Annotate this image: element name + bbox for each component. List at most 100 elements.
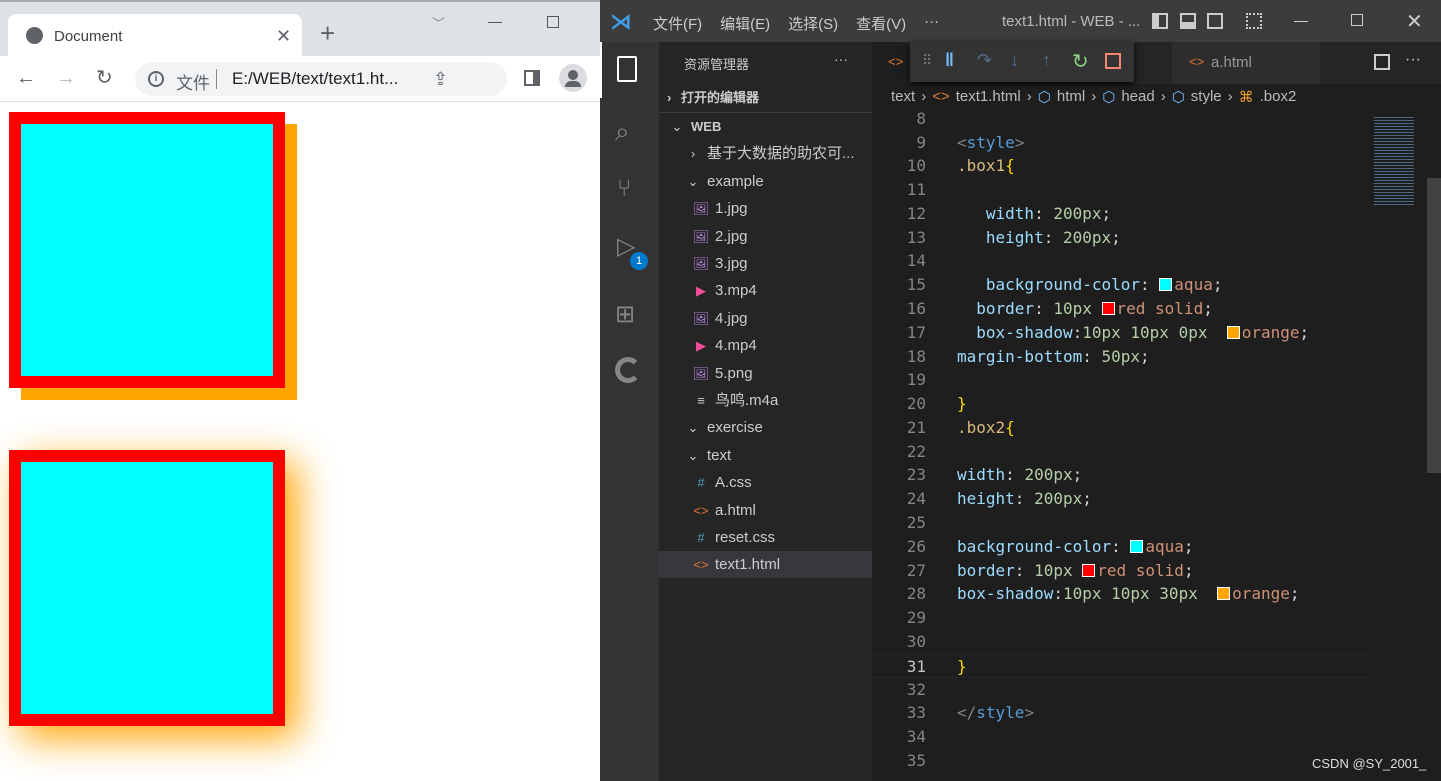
color-swatch[interactable]: [1159, 278, 1173, 292]
minimize-icon[interactable]: [488, 22, 502, 23]
tree-file[interactable]: 🖼 5.png: [659, 360, 872, 387]
explorer-more-icon[interactable]: ···: [834, 51, 848, 67]
code-line[interactable]: 18 margin-bottom: 50px;: [872, 345, 1372, 369]
tree-file[interactable]: 🖼 3.jpg: [659, 250, 872, 277]
source-control-icon[interactable]: ⑂: [617, 175, 631, 203]
code-line[interactable]: 11: [872, 178, 1372, 202]
color-swatch[interactable]: [1130, 539, 1144, 553]
code-line[interactable]: 20}: [872, 392, 1372, 416]
step-out-icon[interactable]: ↑: [1042, 50, 1051, 71]
search-icon[interactable]: ⌕: [615, 116, 630, 148]
menu-view[interactable]: 查看(V): [856, 13, 906, 34]
toggle-secondary-sidebar-icon[interactable]: [1207, 13, 1223, 29]
code-line[interactable]: 28 box-shadow:10px 10px 30px orange;: [872, 582, 1372, 606]
drag-handle-icon[interactable]: ⠿: [922, 52, 932, 69]
tree-file[interactable]: ≡ 鸟鸣.m4a: [659, 387, 872, 414]
toggle-panel-icon[interactable]: [1180, 13, 1196, 29]
scrollbar-thumb[interactable]: [1427, 178, 1441, 473]
color-swatch[interactable]: [1226, 325, 1240, 339]
maximize-icon[interactable]: [1351, 14, 1363, 26]
code-line[interactable]: 12 width: 200px;: [872, 202, 1372, 226]
menu-edit[interactable]: 编辑(E): [720, 13, 770, 34]
code-line[interactable]: 35: [872, 749, 1372, 773]
step-into-icon[interactable]: ↓: [1010, 50, 1019, 71]
tree-file[interactable]: ▶ 3.mp4: [659, 277, 872, 304]
tree-file[interactable]: 🖼 1.jpg: [659, 195, 872, 222]
code-line[interactable]: 19: [872, 368, 1372, 392]
breadcrumb-file[interactable]: text1.html: [956, 88, 1021, 106]
more-actions-icon[interactable]: ···: [1405, 51, 1421, 69]
tree-folder[interactable]: ⌄ example: [659, 168, 872, 195]
code-line[interactable]: 25: [872, 511, 1372, 535]
customize-layout-icon[interactable]: [1246, 13, 1262, 29]
tree-folder[interactable]: ⌄ WEB: [659, 113, 872, 140]
close-icon[interactable]: ✕: [1406, 9, 1423, 34]
code-line[interactable]: 31}: [872, 653, 1372, 678]
code-line[interactable]: 23 width: 200px;: [872, 463, 1372, 487]
breadcrumb-html[interactable]: html: [1057, 88, 1085, 106]
back-icon[interactable]: ←: [16, 68, 36, 88]
code-line[interactable]: 30: [872, 630, 1372, 654]
tab-search-chevron-icon[interactable]: ﹀: [432, 14, 445, 34]
code-line[interactable]: 33 </style>: [872, 701, 1372, 725]
minimize-icon[interactable]: [1294, 21, 1308, 22]
menu-selection[interactable]: 选择(S): [788, 13, 838, 34]
tab-text1-html[interactable]: <>: [872, 42, 908, 84]
tree-file[interactable]: # reset.css: [659, 524, 872, 551]
code-line[interactable]: 10 .box1{: [872, 154, 1372, 178]
tree-file[interactable]: <> a.html: [659, 497, 872, 524]
toggle-sidebar-icon[interactable]: [1152, 13, 1168, 29]
color-swatch[interactable]: [1082, 563, 1096, 577]
explorer-icon[interactable]: [617, 56, 637, 82]
tree-file[interactable]: # A.css: [659, 469, 872, 496]
split-editor-icon[interactable]: [1374, 54, 1390, 70]
tree-file[interactable]: 🖼 2.jpg: [659, 223, 872, 250]
address-bar[interactable]: i 文件 E:/WEB/text/text1.ht... ⇪: [135, 62, 507, 96]
tree-folder[interactable]: ⌄ exercise: [659, 414, 872, 441]
breadcrumb-selector[interactable]: .box2: [1260, 88, 1297, 106]
code-line[interactable]: 22: [872, 440, 1372, 464]
pause-icon[interactable]: ‖: [945, 50, 954, 71]
tree-file[interactable]: <> text1.html: [659, 551, 872, 579]
maximize-icon[interactable]: [547, 16, 559, 28]
code-line[interactable]: 14: [872, 249, 1372, 273]
breadcrumb-head[interactable]: head: [1121, 88, 1154, 106]
code-line[interactable]: 8: [872, 110, 1372, 131]
tree-folder[interactable]: › 基于大数据的助农可...: [659, 140, 872, 167]
extensions-icon[interactable]: ⊞: [615, 300, 635, 329]
reload-icon[interactable]: ↻: [96, 68, 113, 88]
code-line[interactable]: 24 height: 200px;: [872, 487, 1372, 511]
edge-devtools-icon[interactable]: [615, 357, 641, 383]
vertical-scrollbar[interactable]: [1427, 110, 1441, 781]
code-line[interactable]: 15 background-color: aqua;: [872, 273, 1372, 297]
menu-file[interactable]: 文件(F): [653, 13, 702, 34]
tree-file[interactable]: 🖼 4.jpg: [659, 305, 872, 332]
close-tab-icon[interactable]: ✕: [276, 26, 291, 46]
tab-a-html[interactable]: <> a.html: [1172, 42, 1320, 84]
code-line[interactable]: 21 .box2{: [872, 416, 1372, 440]
side-panel-icon[interactable]: [524, 70, 540, 86]
code-line[interactable]: 17 box-shadow:10px 10px 0px orange;: [872, 321, 1372, 345]
forward-icon[interactable]: →: [56, 68, 76, 88]
code-line[interactable]: 13 height: 200px;: [872, 226, 1372, 250]
minimap[interactable]: [1372, 110, 1427, 781]
info-icon[interactable]: i: [148, 71, 164, 87]
code-editor[interactable]: 7 <title>Document</title>89<style>10.box…: [872, 110, 1372, 781]
code-line[interactable]: 26 background-color: aqua;: [872, 535, 1372, 559]
open-editors-section[interactable]: › 打开的编辑器: [659, 84, 872, 111]
color-swatch[interactable]: [1217, 587, 1231, 601]
step-over-icon[interactable]: ↷: [977, 50, 992, 71]
tree-folder[interactable]: ⌄ text: [659, 442, 872, 469]
code-line[interactable]: 32: [872, 678, 1372, 702]
restart-icon[interactable]: ↻: [1072, 49, 1089, 74]
code-line[interactable]: 29: [872, 606, 1372, 630]
profile-avatar[interactable]: [559, 64, 587, 92]
code-line[interactable]: 34: [872, 725, 1372, 749]
breadcrumb-text[interactable]: text: [891, 88, 915, 106]
breadcrumb-style[interactable]: style: [1191, 88, 1222, 106]
code-line[interactable]: 27 border: 10px red solid;: [872, 559, 1372, 583]
code-line[interactable]: 16 border: 10px red solid;: [872, 297, 1372, 321]
browser-tab[interactable]: Document ✕: [8, 14, 302, 58]
menu-more[interactable]: ···: [924, 13, 939, 34]
url-text[interactable]: E:/WEB/text/text1.ht...: [232, 69, 398, 89]
